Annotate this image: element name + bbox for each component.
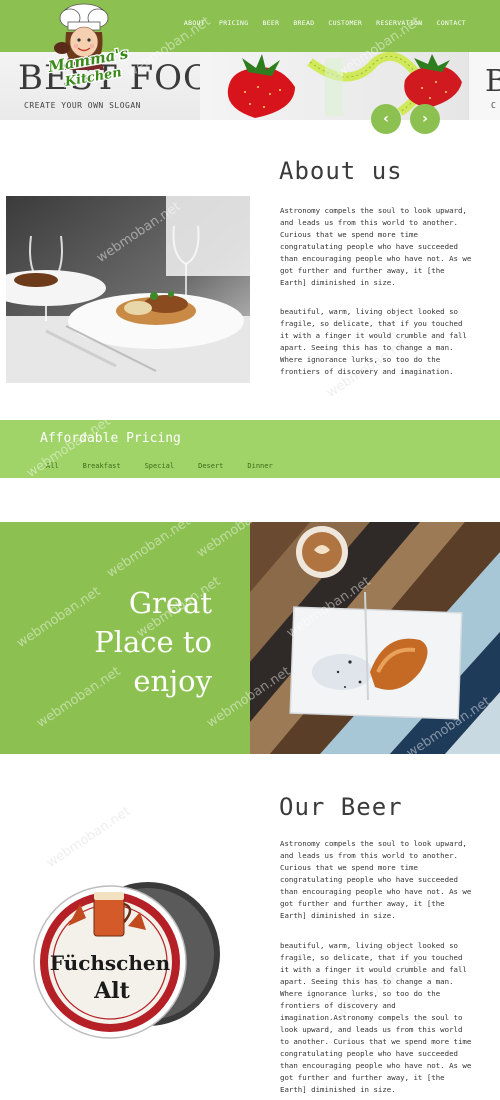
tab-dinner[interactable]: Dinner [247, 462, 272, 470]
coaster-text-line1: Füchschen [50, 951, 171, 975]
brand-logo[interactable]: Mamma's Kitchen [34, 2, 144, 92]
slider-prev-button[interactable]: ‹ [371, 104, 401, 134]
coaster-text-line2: Alt [93, 978, 130, 1004]
great-place-line-1: Great [128, 586, 212, 620]
great-place-panel: Great Place to enjoy [0, 522, 250, 754]
chevron-right-icon: › [422, 111, 428, 127]
slider-next-button[interactable]: › [410, 104, 440, 134]
nav-item-reservation[interactable]: RESERVATION [376, 19, 422, 27]
beer-heading: Our Beer [279, 793, 403, 821]
tab-special[interactable]: Special [145, 462, 175, 470]
great-place-table-image [250, 522, 500, 754]
about-paragraph-1: Astronomy compels the soul to look upwar… [280, 206, 472, 287]
beer-paragraph-1: Astronomy compels the soul to look upwar… [280, 839, 472, 920]
watermark-text: webmoban.net [44, 804, 134, 871]
hero-next-slide-preview: B C [468, 52, 500, 120]
about-paragraph-2: beautiful, warm, living object looked so… [280, 307, 467, 376]
about-heading: About us [279, 157, 403, 185]
nav-item-bread[interactable]: BREAD [293, 19, 314, 27]
hero-next-slide-slogan: C [491, 101, 496, 110]
nav-item-about[interactable]: ABOUT [184, 19, 205, 27]
chevron-left-icon: ‹ [383, 111, 389, 127]
nav-item-customer[interactable]: CUSTOMER [328, 19, 362, 27]
nav-item-pricing[interactable]: PRICING [219, 19, 249, 27]
hero-slogan: CREATE YOUR OWN SLOGAN [24, 101, 141, 110]
hero-next-slide-title: B [485, 64, 500, 99]
great-place-line-3: enjoy [133, 664, 212, 698]
pricing-bar: Affordable Pricing All Breakfast Special… [0, 420, 500, 478]
pricing-title: Affordable Pricing [40, 431, 181, 446]
beer-coaster-image: Füchschen Alt [33, 882, 220, 1039]
nav-item-contact[interactable]: CONTACT [437, 19, 467, 27]
pricing-filter-tabs: All Breakfast Special Desert Dinner [46, 462, 273, 470]
tab-breakfast[interactable]: Breakfast [83, 462, 121, 470]
great-place-line-2: Place to [94, 625, 212, 659]
great-place-heading: Great Place to enjoy [2, 584, 212, 701]
tab-all[interactable]: All [46, 462, 59, 470]
nav-item-beer[interactable]: BEER [262, 19, 279, 27]
beer-paragraph-2: beautiful, warm, living object looked so… [280, 941, 472, 1094]
about-dish-image [6, 196, 250, 383]
tab-desert[interactable]: Desert [198, 462, 223, 470]
main-nav: ABOUT PRICING BEER BREAD CUSTOMER RESERV… [184, 19, 466, 27]
